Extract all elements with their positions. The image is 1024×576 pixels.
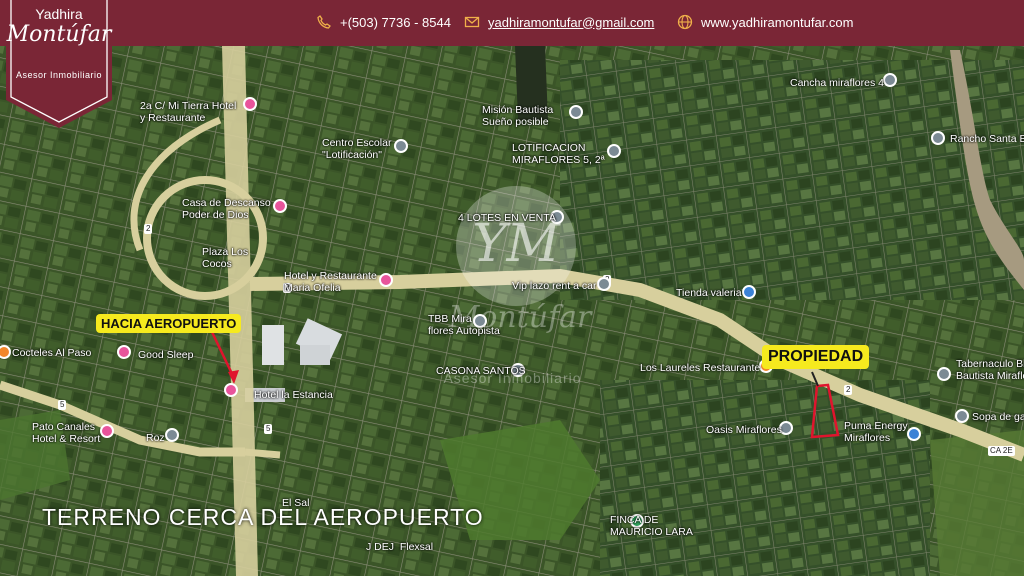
jdej-label[interactable]: J DEJ Flexsal — [366, 541, 433, 553]
envelope-icon — [464, 16, 480, 28]
mision-bautista-label[interactable]: Misión Bautista Sueño posible — [482, 104, 553, 128]
good-sleep-label[interactable]: Good Sleep — [138, 349, 193, 361]
puma-label[interactable]: Puma Energy Miraflores — [844, 420, 908, 444]
rancho-label[interactable]: Rancho Santa B — [950, 133, 1024, 145]
casona-label[interactable]: CASONA SANTOS — [436, 365, 526, 377]
roz-marker-icon[interactable] — [165, 428, 179, 442]
cancha-label[interactable]: Cancha miraflores 4 — [790, 77, 884, 89]
hotel-maria-marker-icon[interactable] — [379, 273, 393, 287]
logo-first-name: Yadhira — [35, 6, 83, 22]
logo-tagline: Asesor Inmobiliario — [15, 70, 103, 80]
route-5-shield: 5 — [58, 400, 67, 410]
pato-canales-marker-icon[interactable] — [100, 424, 114, 438]
rancho-marker-icon[interactable] — [931, 131, 945, 145]
lotificacion-label[interactable]: LOTIFICACION MIRAFLORES 5, 2ª — [512, 142, 605, 166]
tabernaculo-label[interactable]: Tabernaculo Bi Bautista Miraflo — [956, 358, 1024, 382]
vip-lazo-marker-icon[interactable] — [597, 277, 611, 291]
tbb-label[interactable]: TBB Mira flores Autopista — [428, 313, 500, 337]
email-link[interactable]: yadhiramontufar@gmail.com — [488, 15, 654, 30]
cancha-marker-icon[interactable] — [883, 73, 897, 87]
lotes-label[interactable]: 4 LOTES EN VENTA — [458, 212, 556, 224]
centro-escolar-label[interactable]: Centro Escolar "Lotificación" — [322, 137, 391, 161]
phone-contact[interactable]: +(503) 7736 - 8544 — [316, 14, 451, 30]
laureles-label[interactable]: Los Laureles Restaurante — [640, 362, 760, 374]
property-callout: PROPIEDAD — [762, 345, 870, 369]
mision-bautista-marker-icon[interactable] — [569, 105, 583, 119]
hotel-estancia-marker-icon[interactable] — [224, 383, 238, 397]
logo-last-name: Montúfar — [6, 22, 112, 47]
route-2-shield: 2 — [144, 224, 153, 234]
pato-canales-label[interactable]: Pato Canales Hotel & Resort — [32, 421, 100, 445]
contact-bar: +(503) 7736 - 8544 yadhiramontufar@gmail… — [0, 0, 1024, 46]
brand-logo: Yadhira Montúfar Asesor Inmobiliario — [6, 0, 112, 130]
phone-icon — [317, 15, 331, 29]
email-contact[interactable]: yadhiramontufar@gmail.com — [464, 14, 654, 30]
website-contact[interactable]: www.yadhiramontufar.com — [677, 14, 853, 30]
tabernaculo-marker-icon[interactable] — [937, 367, 951, 381]
centro-escolar-marker-icon[interactable] — [394, 139, 408, 153]
mi-tierra-marker-icon[interactable] — [243, 97, 257, 111]
tienda-marker-icon[interactable] — [742, 285, 756, 299]
vip-lazo-label[interactable]: Vip lazo rent a car — [512, 280, 596, 292]
good-sleep-marker-icon[interactable] — [117, 345, 131, 359]
phone-number: +(503) 7736 - 8544 — [340, 14, 451, 30]
route-5-shield: 5 — [264, 424, 273, 434]
lotificacion-marker-icon[interactable] — [607, 144, 621, 158]
hotel-estancia-label[interactable]: Hotel la Estancia — [254, 389, 333, 401]
casa-descanso-label[interactable]: Casa de Descanso Poder de Dios — [182, 197, 271, 221]
coctel-label[interactable]: Cocteles Al Paso — [12, 347, 91, 359]
casa-descanso-marker-icon[interactable] — [273, 199, 287, 213]
map-title: TERRENO CERCA DEL AEROPUERTO — [42, 504, 484, 530]
sopa-marker-icon[interactable] — [955, 409, 969, 423]
sopa-label[interactable]: Sopa de ga — [972, 411, 1024, 423]
oasis-label[interactable]: Oasis Miraflores — [706, 424, 782, 436]
roz-label[interactable]: Roz — [146, 432, 165, 444]
website-link[interactable]: www.yadhiramontufar.com — [701, 15, 853, 30]
finca-label[interactable]: FINCA DE MAURICIO LARA — [610, 514, 693, 538]
tienda-label[interactable]: Tienda valeria — [676, 287, 742, 299]
route-2-shield: 2 — [844, 385, 853, 395]
plaza-label[interactable]: Plaza Los Cocos — [202, 246, 248, 270]
route-ca2e-shield: CA 2E — [988, 446, 1015, 456]
hotel-maria-label[interactable]: Hotel y Restaurante Maria Ofelia — [284, 270, 377, 294]
globe-icon — [677, 14, 693, 30]
puma-marker-icon[interactable] — [907, 427, 921, 441]
mi-tierra-label[interactable]: 2a C/ Mi Tierra Hotel y Restaurante — [140, 100, 236, 124]
airport-callout: HACIA AEROPUERTO — [96, 314, 242, 333]
